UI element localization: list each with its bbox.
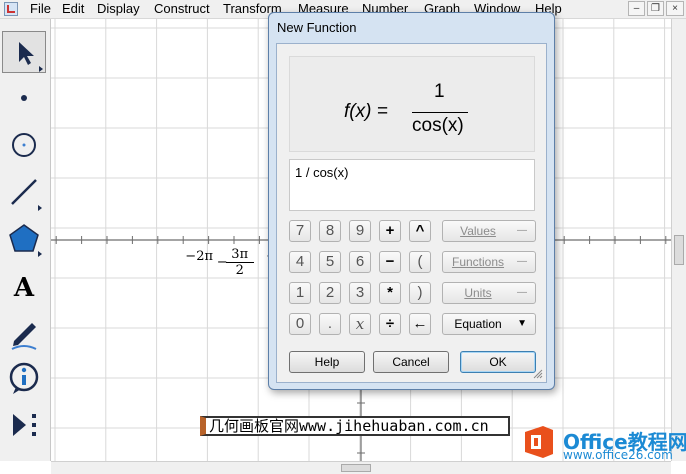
key-5[interactable]: 5 [319, 251, 341, 273]
fraction-minus-sign: − [216, 255, 228, 270]
menu-construct[interactable]: Construct [154, 1, 210, 17]
polygon-icon [9, 224, 42, 257]
point-icon [21, 95, 27, 101]
key-8[interactable]: 8 [319, 220, 341, 242]
custom-tool[interactable] [2, 404, 46, 446]
preview-numerator: 1 [434, 81, 445, 102]
info-icon [9, 362, 39, 394]
key-divide[interactable]: ÷ [379, 313, 401, 335]
dialog-body: f(x) = 1 cos(x) 1 / cos(x) 7 8 9 + ^ 4 5 6−(1 2 3… [276, 43, 547, 383]
restore-button[interactable]: ❐ [647, 1, 664, 16]
line-icon [11, 179, 42, 211]
text-tool[interactable]: A [2, 264, 46, 306]
ok-button[interactable]: OK [460, 351, 536, 373]
close-button[interactable]: × [666, 1, 684, 16]
key-3[interactable]: 3 [349, 282, 371, 304]
compass-tool[interactable] [2, 124, 46, 166]
office-logo-icon [525, 426, 553, 458]
key-4[interactable]: 4 [289, 251, 311, 273]
x-tick-label-fraction: 3π 2− [217, 247, 254, 278]
key-6[interactable]: 6 [349, 251, 371, 273]
resize-grip-icon[interactable] [533, 369, 543, 379]
preview-lhs: f(x) = [344, 101, 388, 122]
expression-text: 1 / cos(x) [295, 165, 349, 180]
menu-display[interactable]: Display [97, 1, 140, 17]
key-minus[interactable]: − [379, 251, 401, 273]
key-power[interactable]: ^ [409, 220, 431, 242]
key-multiply[interactable]: * [379, 282, 401, 304]
menu-button-label: Functions [451, 255, 505, 269]
menu-button-label: Equation [454, 317, 502, 331]
svg-text:A: A [13, 273, 35, 303]
function-preview: f(x) = 1 cos(x) [289, 56, 535, 152]
menu-file[interactable]: File [30, 1, 51, 17]
straightedge-tool[interactable] [2, 171, 46, 213]
minimize-button[interactable]: – [628, 1, 645, 16]
key-backspace[interactable]: ← [409, 313, 431, 335]
vertical-scrollbar[interactable] [671, 19, 686, 461]
new-function-dialog: New Function f(x) = 1 cos(x) 1 / cos(x) … [268, 12, 555, 390]
polygon-tool[interactable] [2, 217, 46, 259]
preview-fraction-bar [412, 112, 468, 113]
key-decimal-point[interactable]: . [319, 313, 341, 335]
custom-tools-icon [13, 414, 36, 436]
horizontal-scrollbar[interactable] [51, 461, 671, 474]
arrow-icon [19, 42, 43, 72]
text-icon: A [13, 273, 35, 303]
point-tool[interactable] [2, 77, 46, 119]
cancel-button[interactable]: Cancel [373, 351, 449, 373]
key-2[interactable]: 2 [319, 282, 341, 304]
help-button[interactable]: Help [289, 351, 365, 373]
equation-menu-button[interactable]: Equation ▼ [442, 313, 536, 335]
dropdown-arrow-icon: — [517, 225, 527, 236]
logo-url: www.office26.com [563, 448, 673, 462]
dropdown-arrow-icon: — [517, 256, 527, 267]
menu-button-label: Values [460, 224, 496, 238]
key-open-paren[interactable]: ( [409, 251, 431, 273]
marker-tool[interactable] [2, 311, 46, 353]
expression-field[interactable]: 1 / cos(x) [289, 159, 535, 211]
key-1[interactable]: 1 [289, 282, 311, 304]
dropdown-arrow-icon: ▼ [517, 318, 527, 329]
key-0[interactable]: 0 [289, 313, 311, 335]
office-logo: Office教程网 www.office26.com [521, 422, 686, 462]
key-9[interactable]: 9 [349, 220, 371, 242]
pen-icon [11, 323, 37, 350]
key-plus[interactable]: + [379, 220, 401, 242]
units-menu-button[interactable]: Units — [442, 282, 536, 304]
preview-denominator: cos(x) [412, 115, 464, 136]
arrow-tool[interactable] [2, 31, 46, 73]
vertical-scroll-thumb[interactable] [674, 235, 684, 265]
horizontal-scroll-thumb[interactable] [341, 464, 371, 472]
functions-menu-button[interactable]: Functions — [442, 251, 536, 273]
values-menu-button[interactable]: Values — [442, 220, 536, 242]
circle-icon [12, 133, 36, 157]
x-tick-label: −2π [185, 249, 214, 264]
key-7[interactable]: 7 [289, 220, 311, 242]
app-icon[interactable] [4, 2, 18, 16]
information-tool[interactable] [2, 357, 46, 399]
dropdown-arrow-icon: — [517, 287, 527, 298]
menu-edit[interactable]: Edit [62, 1, 84, 17]
fraction-numerator: 3π [225, 247, 254, 263]
site-watermark: 几何画板官网www.jihehuaban.com.cn [200, 416, 510, 436]
toolbox: A [0, 19, 51, 461]
key-close-paren[interactable]: ) [409, 282, 431, 304]
dialog-title: New Function [277, 20, 357, 35]
fraction-denominator: 2 [235, 263, 244, 278]
menu-button-label: Units [464, 286, 492, 300]
key-variable-x[interactable]: x [349, 313, 371, 335]
